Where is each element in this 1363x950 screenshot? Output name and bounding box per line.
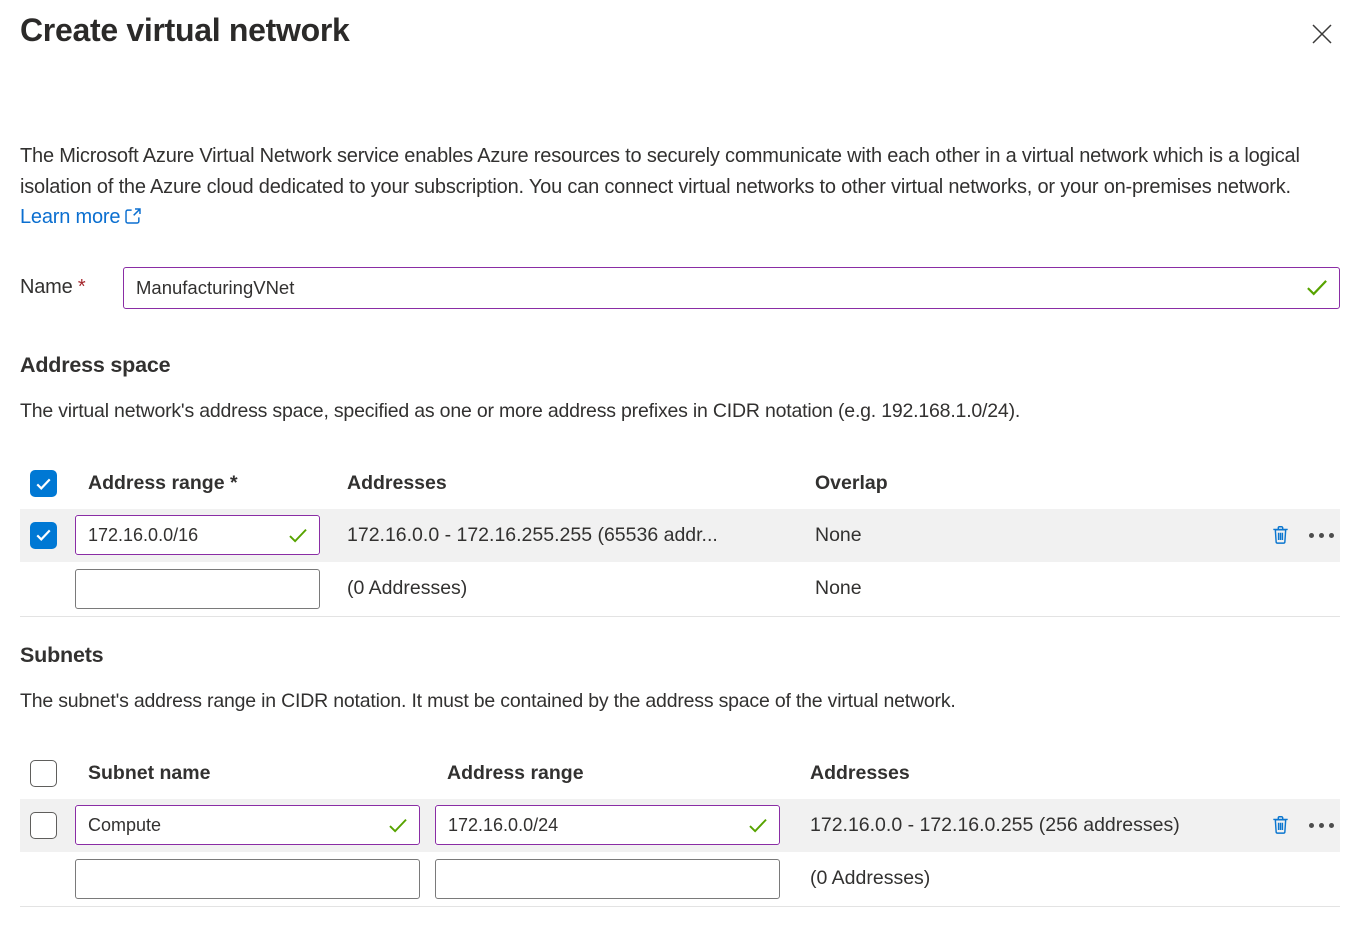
name-input-box (123, 267, 1340, 309)
subnet-row: 172.16.0.0 - 172.16.0.255 (256 addresses… (20, 799, 1340, 852)
subnet-empty-row: (0 Addresses) (20, 852, 1340, 907)
overlap-value: None (815, 577, 1254, 600)
subnets-table: Subnet name Address range Addresses (20, 749, 1340, 907)
addresses-value: 172.16.0.0 - 172.16.0.255 (256 addresses… (795, 814, 1254, 837)
name-label: Name * (20, 276, 123, 299)
more-options-button[interactable] (1307, 821, 1336, 830)
address-space-table-header: Address range * Addresses Overlap (20, 459, 1340, 509)
checkbox-check-icon (36, 478, 51, 490)
close-button[interactable] (1304, 16, 1340, 55)
subnets-description: The subnet's address range in CIDR notat… (20, 690, 1340, 713)
page-title: Create virtual network (20, 8, 350, 52)
new-subnet-address-range-input-box (435, 859, 780, 899)
subnets-heading: Subnets (20, 643, 1340, 668)
address-space-heading: Address space (20, 353, 1340, 378)
new-address-range-input[interactable] (75, 569, 320, 609)
learn-more-link[interactable]: Learn more (20, 206, 142, 228)
column-header-addresses: Addresses (795, 762, 1254, 785)
address-space-table: Address range * Addresses Overlap 172.16… (20, 459, 1340, 617)
address-space-description: The virtual network's address space, spe… (20, 400, 1340, 423)
more-options-icon (1309, 823, 1334, 828)
name-input[interactable] (123, 267, 1340, 309)
address-space-row: 172.16.0.0 - 172.16.255.255 (65536 addr.… (20, 509, 1340, 562)
column-header-overlap: Overlap (815, 472, 1254, 495)
subnet-row-checkbox[interactable] (30, 812, 57, 839)
panel-header: Create virtual network (20, 0, 1340, 55)
learn-more-label: Learn more (20, 206, 120, 228)
address-range-input[interactable] (75, 515, 320, 555)
delete-address-range-button[interactable] (1267, 521, 1294, 549)
more-options-icon (1309, 533, 1334, 538)
external-link-icon (124, 207, 142, 225)
subnet-address-range-input[interactable] (435, 805, 780, 845)
addresses-value: (0 Addresses) (795, 867, 1254, 890)
column-header-address-range: Address range * (75, 472, 347, 495)
subnets-table-header: Subnet name Address range Addresses (20, 749, 1340, 799)
new-subnet-name-input-box (75, 859, 420, 899)
subnets-select-all-checkbox[interactable] (30, 760, 57, 787)
create-virtual-network-panel: Create virtual network The Microsoft Azu… (0, 0, 1363, 950)
trash-icon (1269, 813, 1292, 837)
trash-icon (1269, 523, 1292, 547)
new-address-range-input-box (75, 569, 320, 609)
delete-subnet-button[interactable] (1267, 811, 1294, 839)
name-field-row: Name * (20, 267, 1340, 309)
column-header-subnet-name: Subnet name (75, 762, 435, 785)
subnet-address-range-input-box (435, 805, 780, 845)
subnet-name-input[interactable] (75, 805, 420, 845)
more-options-button[interactable] (1307, 531, 1336, 540)
addresses-value: 172.16.0.0 - 172.16.255.255 (65536 addr.… (347, 524, 815, 547)
subnet-name-input-box (75, 805, 420, 845)
checkbox-check-icon (36, 529, 51, 541)
column-header-addresses: Addresses (347, 472, 815, 495)
address-space-row-checkbox[interactable] (30, 522, 57, 549)
new-subnet-address-range-input[interactable] (435, 859, 780, 899)
intro-text: The Microsoft Azure Virtual Network serv… (20, 141, 1340, 233)
intro-text-body: The Microsoft Azure Virtual Network serv… (20, 145, 1300, 198)
address-range-input-box (75, 515, 320, 555)
close-icon (1310, 22, 1334, 46)
name-label-text: Name (20, 276, 73, 298)
addresses-value: (0 Addresses) (347, 577, 815, 600)
overlap-value: None (815, 524, 1254, 547)
address-space-empty-row: (0 Addresses) None (20, 562, 1340, 617)
required-asterisk: * (78, 276, 86, 298)
new-subnet-name-input[interactable] (75, 859, 420, 899)
column-header-address-range: Address range (435, 762, 795, 785)
address-space-select-all-checkbox[interactable] (30, 470, 57, 497)
